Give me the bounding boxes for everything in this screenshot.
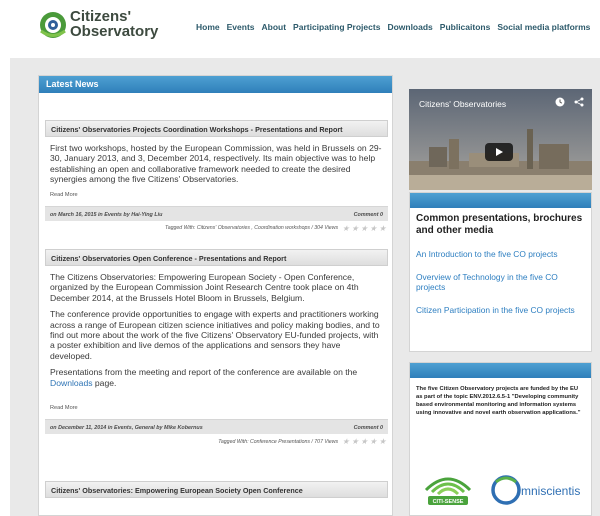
post-title[interactable]: Citizens' Observatories: Empowering Euro… <box>45 481 388 498</box>
star-icon[interactable]: ★ <box>379 438 386 446</box>
comment-count[interactable]: Comment 0 <box>354 212 383 221</box>
post-title[interactable]: Citizens' Observatories Open Conference … <box>45 249 388 266</box>
star-icon[interactable]: ★ <box>370 224 377 232</box>
read-more-link[interactable]: Read More <box>45 192 388 198</box>
post-tags: Tagged With: Citizens' Observatories , C… <box>45 221 388 233</box>
rating-stars[interactable]: ★ ★ ★ ★ ★ <box>342 224 386 232</box>
tags-text: Tagged With: Conference Presentations / … <box>218 438 339 445</box>
post-paragraph: The conference provide opportunities to … <box>50 309 380 361</box>
link-technology-overview[interactable]: Overview of Technology in the five CO pr… <box>410 272 591 292</box>
post-paragraph: Presentations from the meeting and repor… <box>50 367 384 388</box>
video-player[interactable]: Citizens' Observatories <box>409 89 592 190</box>
site-header: Citizens' Observatory Home Events About … <box>0 0 600 52</box>
star-icon[interactable]: ★ <box>342 438 349 446</box>
star-icon[interactable]: ★ <box>379 224 386 232</box>
latest-news-panel: Latest News Citizens' Observatories Proj… <box>38 75 393 516</box>
video-title: Citizens' Observatories <box>419 99 507 109</box>
logo-line-1: Citizens' <box>70 8 132 25</box>
partner-logos: CITI-SENSE mniscientis <box>410 468 593 508</box>
link-citizen-participation[interactable]: Citizen Participation in the five CO pro… <box>410 305 591 315</box>
post-paragraph-text: Presentations from the meeting and repor… <box>50 367 358 378</box>
omniscientis-logo[interactable]: mniscientis <box>490 468 590 508</box>
post-paragraph: First two workshops, hosted by the Europ… <box>50 143 382 185</box>
tags-text: Tagged With: Citizens' Observatories , C… <box>165 225 339 232</box>
star-icon[interactable]: ★ <box>370 438 377 446</box>
share-icon[interactable] <box>574 97 584 107</box>
post-paragraph: The Citizens Observatories: Empowering E… <box>50 272 359 303</box>
latest-news-heading: Latest News <box>39 76 392 93</box>
nav-social-media[interactable]: Social media platforms <box>497 22 590 36</box>
downloads-link[interactable]: Downloads <box>50 378 93 388</box>
post-tags: Tagged With: Conference Presentations / … <box>45 434 388 446</box>
funding-panel: The five Citizen Observatory projects ar… <box>409 362 592 516</box>
nav-about[interactable]: About <box>262 22 287 36</box>
news-post: Citizens' Observatories Projects Coordin… <box>45 120 388 233</box>
news-post: Citizens' Observatories: Empowering Euro… <box>45 481 388 498</box>
panel-bar <box>410 363 591 378</box>
post-body: First two workshops, hosted by the Europ… <box>45 143 388 185</box>
read-more-link[interactable]: Read More <box>45 405 388 411</box>
news-post: Citizens' Observatories Open Conference … <box>45 249 388 446</box>
rating-stars[interactable]: ★ ★ ★ ★ ★ <box>342 438 386 446</box>
star-icon[interactable]: ★ <box>351 224 358 232</box>
post-meta: on March 16, 2015 in Events by Hai-Ying … <box>50 211 163 218</box>
post-meta-bar: on December 11, 2014 in Events, General … <box>45 419 388 435</box>
nav-downloads[interactable]: Downloads <box>387 22 432 36</box>
post-meta-bar: on March 16, 2015 in Events by Hai-Ying … <box>45 205 388 221</box>
nav-participating-projects[interactable]: Participating Projects <box>293 22 380 36</box>
site-logo[interactable]: Citizens' Observatory <box>38 8 168 44</box>
play-button[interactable] <box>485 143 513 161</box>
main-nav: Home Events About Participating Projects… <box>196 22 597 36</box>
media-panel: Common presentations, brochures and othe… <box>409 192 592 352</box>
logo-line-2: Observatory <box>70 23 159 40</box>
watch-later-icon[interactable] <box>555 97 565 107</box>
post-body: The Citizens Observatories: Empowering E… <box>45 272 388 388</box>
comment-count[interactable]: Comment 0 <box>354 425 383 434</box>
media-panel-heading: Common presentations, brochures and othe… <box>416 213 583 236</box>
nav-publications[interactable]: Publicaitons <box>440 22 491 36</box>
nav-events[interactable]: Events <box>227 22 255 36</box>
citi-sense-logo[interactable]: CITI-SENSE <box>418 468 478 508</box>
citi-sense-label: CITI-SENSE <box>433 499 464 505</box>
logo-eye-icon <box>40 12 66 38</box>
star-icon[interactable]: ★ <box>342 224 349 232</box>
sidebar: Citizens' Observatories Common presentat… <box>409 75 592 516</box>
post-paragraph-tail: page. <box>92 377 117 388</box>
star-icon[interactable]: ★ <box>351 438 358 446</box>
omniscientis-label: mniscientis <box>521 484 580 498</box>
video-controls <box>555 97 584 107</box>
link-introduction[interactable]: An Introduction to the five CO projects <box>410 249 591 259</box>
post-title[interactable]: Citizens' Observatories Projects Coordin… <box>45 120 388 137</box>
star-icon[interactable]: ★ <box>360 438 367 446</box>
funding-text: The five Citizen Observatory projects ar… <box>416 386 581 416</box>
post-meta: on December 11, 2014 in Events, General … <box>50 425 203 432</box>
star-icon[interactable]: ★ <box>360 224 367 232</box>
nav-home[interactable]: Home <box>196 22 220 36</box>
panel-bar <box>410 193 591 208</box>
